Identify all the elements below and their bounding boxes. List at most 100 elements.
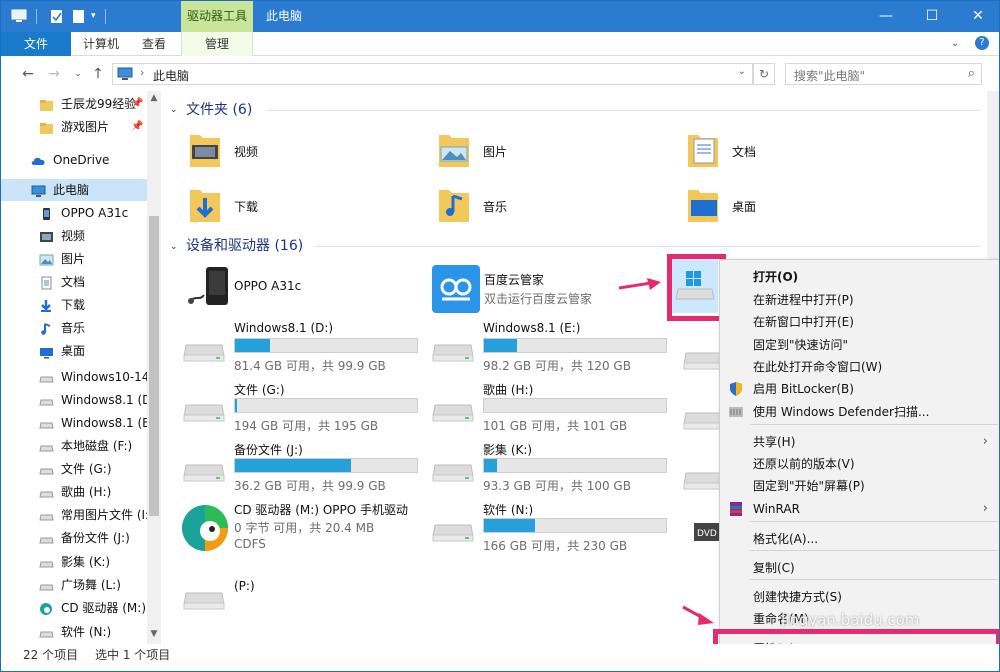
- drive-cd-m[interactable]: CD 驱动器 (M:) OPPO 手机驱动 0 字节 可用，共 20.4 MB …: [162, 499, 409, 557]
- devices-group-heading[interactable]: 设备和驱动器 (16): [186, 235, 303, 257]
- tab-manage[interactable]: 管理: [181, 32, 253, 56]
- refresh-button[interactable]: ↻: [753, 63, 775, 85]
- drive-name: CD 驱动器 (M:) OPPO 手机驱动: [234, 503, 409, 517]
- folder-item[interactable]: 桌面: [660, 184, 860, 230]
- sidebar-item[interactable]: 广场舞 (L:): [1, 574, 147, 596]
- sidebar-item[interactable]: 文档: [1, 271, 147, 293]
- sidebar-item[interactable]: OneDrive: [1, 149, 147, 171]
- menu-item[interactable]: 重命名(M): [720, 608, 999, 630]
- menu-item-label: 格式化(A)...: [753, 532, 819, 546]
- drive-icon: [431, 519, 475, 543]
- sidebar-item-label: 图片: [61, 252, 86, 266]
- menu-item[interactable]: 还原以前的版本(V): [720, 453, 999, 475]
- drive-icon: [39, 393, 54, 407]
- nav-scrollbar[interactable]: ▲ ▼: [147, 91, 161, 644]
- ribbon-expand-icon[interactable]: ⌄: [951, 38, 959, 49]
- address-bar[interactable]: › 此电脑 ⌄: [112, 63, 753, 85]
- close-button[interactable]: ✕: [955, 1, 999, 32]
- sidebar-item-label: 游戏图片: [61, 120, 110, 134]
- sidebar-item[interactable]: 软件 (N:): [1, 621, 147, 643]
- drive-item[interactable]: 文件 (G:) 194 GB 可用，共 195 GB: [162, 379, 418, 437]
- forward-arrow-icon[interactable]: →: [45, 65, 63, 83]
- drive-icon: [39, 555, 54, 569]
- tab-view[interactable]: 查看: [131, 32, 177, 56]
- tab-computer[interactable]: 计算机: [71, 32, 131, 56]
- menu-item[interactable]: 在新进程中打开(P): [720, 289, 999, 311]
- group-collapse-icon[interactable]: ⌄: [170, 242, 178, 252]
- folder-item[interactable]: 图片: [411, 129, 611, 175]
- sidebar-item[interactable]: 视频: [1, 225, 147, 247]
- sidebar-item[interactable]: 本地磁盘 (F:): [1, 435, 147, 457]
- properties-icon[interactable]: [49, 9, 65, 24]
- minimize-button[interactable]: —: [863, 1, 909, 32]
- sidebar-item[interactable]: 壬辰龙99经验 📌: [1, 93, 147, 115]
- sidebar-item[interactable]: 音乐: [1, 317, 147, 339]
- menu-item[interactable]: 在新窗口中打开(E): [720, 311, 999, 333]
- sidebar-item[interactable]: 常用图片文件 (I:: [1, 504, 147, 526]
- menu-item[interactable]: 在此处打开命令窗口(W): [720, 356, 999, 378]
- scroll-up-arrow-icon[interactable]: ▲: [147, 93, 161, 103]
- sidebar-item-label: 下载: [61, 298, 86, 312]
- menu-item[interactable]: 启用 BitLocker(B): [720, 378, 999, 400]
- menu-item[interactable]: 复制(C): [720, 557, 999, 579]
- computer-icon[interactable]: [11, 9, 27, 24]
- sidebar-item[interactable]: CD 驱动器 (M:): [1, 597, 147, 619]
- sidebar-item[interactable]: 图片: [1, 248, 147, 270]
- folder-item[interactable]: 文档: [660, 129, 860, 175]
- drive-item[interactable]: 备份文件 (J:) 36.2 GB 可用，共 99.9 GB: [162, 439, 418, 497]
- drive-item[interactable]: 软件 (N:) 166 GB 可用，共 230 GB: [411, 499, 667, 557]
- sidebar-item[interactable]: 游戏图片 📌: [1, 116, 147, 138]
- sidebar-item[interactable]: 此电脑: [1, 179, 147, 201]
- sidebar-item-label: OPPO A31c: [61, 206, 129, 220]
- new-folder-icon[interactable]: [71, 9, 87, 24]
- sidebar-item-label: 影集 (K:): [61, 555, 111, 569]
- menu-item-label: 使用 Windows Defender扫描...: [753, 405, 930, 419]
- sidebar-item[interactable]: Windows8.1 (E: [1, 412, 147, 434]
- menu-item[interactable]: 使用 Windows Defender扫描...: [720, 401, 999, 423]
- recent-dropdown-icon[interactable]: ⌄: [69, 65, 87, 83]
- drive-free-space: 93.3 GB 可用，共 100 GB: [483, 479, 631, 493]
- menu-item[interactable]: 固定到"快速访问": [720, 334, 999, 356]
- nav-scroll-thumb[interactable]: [149, 216, 159, 516]
- drive-item[interactable]: Windows8.1 (E:) 98.2 GB 可用，共 120 GB: [411, 319, 667, 377]
- device-oppo-phone[interactable]: OPPO A31c: [162, 261, 407, 319]
- menu-item[interactable]: 打开(O): [720, 266, 999, 288]
- group-collapse-icon[interactable]: ⌄: [170, 105, 178, 115]
- sidebar-item[interactable]: Windows10-14: [1, 366, 147, 388]
- menu-item[interactable]: 创建快捷方式(S): [720, 586, 999, 608]
- pin-icon[interactable]: 📌: [131, 93, 143, 115]
- up-arrow-icon[interactable]: ↑: [89, 65, 107, 83]
- search-input[interactable]: 搜索"此电脑" ⌕: [785, 63, 982, 85]
- maximize-button[interactable]: ☐: [909, 1, 955, 32]
- folder-icon: [686, 184, 720, 226]
- sidebar-item[interactable]: OPPO A31c: [1, 202, 147, 224]
- menu-item[interactable]: 固定到"开始"屏幕(P): [720, 475, 999, 497]
- address-dropdown-icon[interactable]: ⌄: [738, 66, 746, 77]
- drive-p[interactable]: (P:): [162, 571, 407, 629]
- sidebar-item[interactable]: 影集 (K:): [1, 551, 147, 573]
- sidebar-item[interactable]: 文件 (G:): [1, 458, 147, 480]
- drive-icon: [39, 416, 54, 430]
- help-icon[interactable]: ?: [975, 36, 989, 50]
- drive-item[interactable]: Windows8.1 (D:) 81.4 GB 可用，共 99.9 GB: [162, 319, 418, 377]
- drive-item[interactable]: 歌曲 (H:) 101 GB 可用，共 101 GB: [411, 379, 667, 437]
- back-arrow-icon[interactable]: ←: [19, 65, 37, 83]
- folder-item[interactable]: 下载: [162, 184, 362, 230]
- folder-item[interactable]: 视频: [162, 129, 362, 175]
- pin-icon[interactable]: 📌: [131, 116, 143, 138]
- folder-item[interactable]: 音乐: [411, 184, 611, 230]
- menu-item[interactable]: 共享(H) ›: [720, 431, 999, 453]
- sidebar-item[interactable]: 歌曲 (H:): [1, 481, 147, 503]
- folders-group-heading[interactable]: 文件夹 (6): [186, 99, 252, 121]
- sidebar-item[interactable]: 桌面: [1, 340, 147, 362]
- sidebar-item[interactable]: Windows8.1 (D: [1, 389, 147, 411]
- scroll-down-arrow-icon[interactable]: ▼: [147, 629, 161, 639]
- sidebar-item[interactable]: 下载: [1, 294, 147, 316]
- drive-usage-fill: [235, 399, 237, 412]
- drive-item[interactable]: 影集 (K:) 93.3 GB 可用，共 100 GB: [411, 439, 667, 497]
- tab-file[interactable]: 文件: [1, 32, 71, 56]
- menu-item[interactable]: 格式化(A)...: [720, 528, 999, 550]
- menu-item[interactable]: WinRAR ›: [720, 498, 999, 520]
- sidebar-item[interactable]: 备份文件 (J:): [1, 527, 147, 549]
- drive-icon: [39, 625, 54, 639]
